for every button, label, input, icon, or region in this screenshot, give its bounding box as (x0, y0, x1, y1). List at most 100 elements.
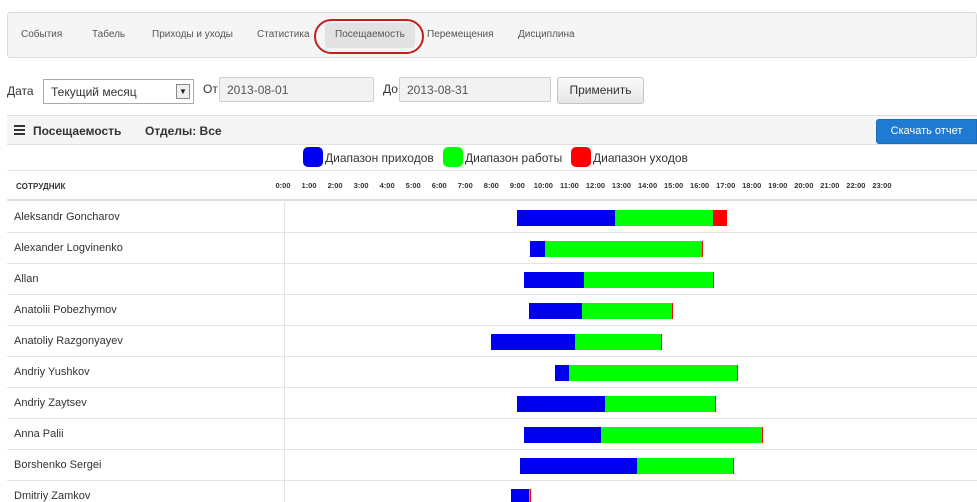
to-label: До (383, 82, 398, 96)
attendance-table: СОТРУДНИК 0:00 1:00 2:00 3:00 4:00 5:00 6:00 7:… (7, 170, 977, 502)
table-row: Borshenko Sergei (7, 450, 977, 481)
table-row: Andriy Yushkov (7, 357, 977, 388)
panel-title: Посещаемость (33, 124, 122, 138)
employee-name[interactable]: Anna Palii (14, 428, 64, 440)
work-range-bar (604, 396, 716, 412)
departure-range-bar (712, 272, 714, 288)
work-range-bar (583, 272, 713, 288)
column-divider (284, 202, 285, 233)
download-report-button[interactable]: Скачать отчет (876, 119, 977, 144)
hour-label: 7:00 (457, 181, 473, 190)
work-range-bar (637, 458, 734, 474)
hour-label: 9:00 (509, 181, 525, 190)
work-range-bar (615, 210, 713, 226)
list-icon (14, 125, 25, 136)
panel-header: Посещаемость Отделы: Все Скачать отчет (7, 115, 977, 145)
departure-range-bar (530, 489, 532, 502)
nav-tab-arrivals-departures[interactable]: Приходы и уходы (152, 29, 233, 40)
legend-swatch-departures (571, 147, 591, 167)
table-row: Allan (7, 264, 977, 295)
from-date-input[interactable]: 2013-08-01 (219, 77, 374, 102)
employee-name[interactable]: Allan (14, 273, 38, 285)
departure-range-bar (737, 365, 739, 381)
departments-filter-label: Отделы: Все (145, 124, 222, 138)
arrival-range-bar (517, 210, 615, 226)
employee-name[interactable]: Anatoliy Razgonyayev (14, 335, 123, 347)
hour-label: 23:00 (872, 181, 892, 190)
employee-name[interactable]: Borshenko Sergei (14, 459, 101, 471)
legend-swatch-arrivals (303, 147, 323, 167)
arrival-range-bar (523, 272, 584, 288)
column-divider (284, 264, 285, 295)
hour-label: 14:00 (637, 181, 658, 190)
employee-name[interactable]: Andriy Yushkov (14, 366, 90, 378)
table-row: Andriy Zaytsev (7, 388, 977, 419)
column-divider (284, 326, 285, 357)
nav-tab-statistics[interactable]: Статистика (257, 29, 310, 40)
table-row: Dmitriy Zamkov (7, 481, 977, 502)
arrival-range-bar (555, 365, 570, 381)
hour-label: 3:00 (353, 181, 369, 190)
to-date-input[interactable]: 2013-08-31 (399, 77, 551, 102)
date-range-value: Текущий месяц (51, 85, 137, 99)
departure-range-bar (715, 396, 717, 412)
hour-label: 22:00 (846, 181, 866, 190)
table-row: Aleksandr Goncharov (7, 202, 977, 233)
hour-label: 10:00 (533, 181, 553, 190)
employee-name[interactable]: Andriy Zaytsev (14, 397, 87, 409)
legend-swatch-work (443, 147, 463, 167)
column-header-employee: СОТРУДНИК (16, 182, 66, 191)
legend-label-arrivals: Диапазон приходов (325, 151, 434, 165)
hour-label: 8:00 (483, 181, 499, 190)
arrival-range-bar (519, 458, 638, 474)
hour-label: 0:00 (275, 181, 291, 190)
departure-range-bar (672, 303, 674, 319)
legend-label-departures: Диапазон уходов (593, 151, 688, 165)
employee-name[interactable]: Anatolii Pobezhymov (14, 304, 117, 316)
hour-label: 16:00 (690, 181, 710, 190)
employee-name[interactable]: Aleksandr Goncharov (14, 211, 120, 223)
hour-label: 11:00 (560, 181, 579, 190)
hour-label: 1:00 (301, 181, 317, 190)
hour-label: 5:00 (405, 181, 421, 190)
arrival-range-bar (517, 396, 605, 412)
table-row: Anatolii Pobezhymov (7, 295, 977, 326)
table-row: Anatoliy Razgonyayev (7, 326, 977, 357)
arrival-range-bar (530, 241, 545, 257)
departure-range-bar (762, 427, 764, 443)
table-header: СОТРУДНИК 0:00 1:00 2:00 3:00 4:00 5:00 6:00 7:… (7, 171, 977, 201)
hour-label: 20:00 (794, 181, 814, 190)
hour-label: 2:00 (327, 181, 343, 190)
table-row: Alexander Logvinenko (7, 233, 977, 264)
date-range-select[interactable]: Текущий месяц ▼ (43, 79, 194, 104)
column-divider (284, 357, 285, 388)
column-divider (284, 295, 285, 326)
from-label: От (203, 82, 218, 96)
departure-range-bar (733, 458, 735, 474)
column-divider (284, 450, 285, 481)
hour-label: 18:00 (742, 181, 762, 190)
hour-label: 12:00 (585, 181, 606, 190)
hour-label: 13:00 (611, 181, 632, 190)
work-range-bar (574, 334, 661, 350)
employee-name[interactable]: Dmitriy Zamkov (14, 490, 90, 502)
hour-label: 4:00 (379, 181, 395, 190)
work-range-bar (582, 303, 673, 319)
apply-button[interactable]: Применить (557, 77, 644, 104)
departure-range-bar (702, 241, 704, 257)
arrival-range-bar (529, 303, 583, 319)
arrival-range-bar (491, 334, 575, 350)
employee-name[interactable]: Alexander Logvinenko (14, 242, 123, 254)
nav-tab-discipline[interactable]: Дисциплина (518, 29, 575, 40)
column-divider (284, 481, 285, 502)
column-divider (284, 233, 285, 264)
legend-label-work: Диапазон работы (465, 151, 563, 165)
nav-tab-events[interactable]: События (21, 29, 62, 40)
chevron-down-icon[interactable]: ▼ (176, 84, 190, 99)
nav-tab-timesheet[interactable]: Табель (92, 29, 125, 40)
nav-tab-movements[interactable]: Перемещения (427, 29, 494, 40)
table-row: Anna Palii (7, 419, 977, 450)
hour-label: 17:00 (716, 181, 736, 190)
arrival-range-bar (523, 427, 601, 443)
highlight-circle (314, 19, 424, 54)
